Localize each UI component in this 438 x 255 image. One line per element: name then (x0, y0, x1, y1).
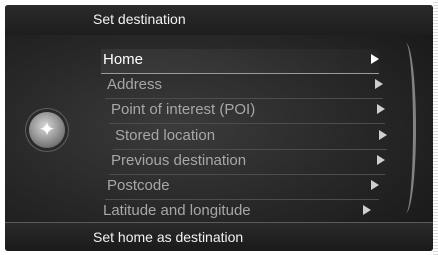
menu-item-home[interactable]: Home (101, 49, 379, 74)
chevron-right-icon (371, 180, 379, 190)
menu-item-latitude-longitude[interactable]: Latitude and longitude (101, 200, 371, 224)
status-hint: Set home as destination (93, 229, 244, 245)
menu-item-label: Address (107, 76, 163, 93)
menu-item-poi[interactable]: Point of interest (POI) (109, 99, 385, 124)
destination-menu: Home Address Point of interest (POI) Sto… (5, 5, 433, 251)
chevron-right-icon (377, 104, 385, 114)
menu-item-previous-destination[interactable]: Previous destination (109, 150, 385, 175)
menu-item-label: Home (103, 51, 144, 68)
menu-item-label: Latitude and longitude (103, 202, 251, 219)
menu-item-label: Stored location (115, 127, 216, 144)
navigation-screen: Set destination ✦ Home Address Point of … (5, 5, 433, 251)
chevron-right-icon (363, 205, 371, 215)
menu-item-address[interactable]: Address (105, 74, 383, 99)
menu-item-postcode[interactable]: Postcode (105, 175, 379, 200)
screen-footer: Set home as destination (5, 222, 433, 251)
chevron-right-icon (371, 54, 379, 64)
chevron-right-icon (377, 155, 385, 165)
menu-item-label: Postcode (107, 177, 170, 194)
menu-item-stored-location[interactable]: Stored location (113, 125, 387, 150)
chevron-right-icon (379, 130, 387, 140)
menu-item-label: Point of interest (POI) (111, 101, 256, 118)
menu-item-label: Previous destination (111, 152, 247, 169)
chevron-right-icon (375, 79, 383, 89)
frame-edge (433, 0, 438, 255)
